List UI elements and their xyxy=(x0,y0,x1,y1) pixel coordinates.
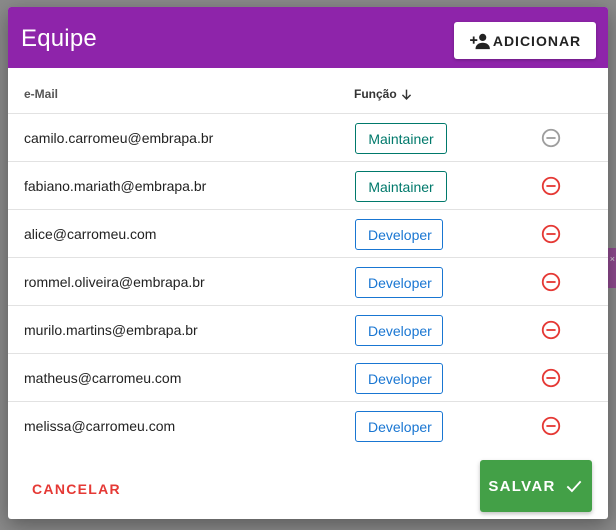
dialog-title: Equipe xyxy=(21,25,97,52)
remove-member-button[interactable] xyxy=(540,271,562,293)
member-email: matheus@carromeu.com xyxy=(24,370,182,386)
add-member-label: ADICIONAR xyxy=(492,32,582,49)
remove-circle-icon xyxy=(541,272,561,292)
check-icon xyxy=(566,480,581,493)
role-button[interactable]: Maintainer xyxy=(355,171,447,202)
remove-circle-icon xyxy=(541,368,561,388)
cancel-button[interactable]: CANCELAR xyxy=(22,477,131,501)
role-button[interactable]: Developer xyxy=(355,411,443,442)
remove-circle-icon xyxy=(541,128,561,148)
dialog-header: Equipe ADICIONAR xyxy=(8,7,608,68)
role-button[interactable]: Maintainer xyxy=(355,123,447,154)
role-button[interactable]: Developer xyxy=(355,267,443,298)
remove-member-button xyxy=(540,127,562,149)
role-button[interactable]: Developer xyxy=(355,315,443,346)
role-button[interactable]: Developer xyxy=(355,219,443,250)
member-email: rommel.oliveira@embrapa.br xyxy=(24,274,205,290)
save-label: SALVAR xyxy=(488,477,556,495)
member-email: fabiano.mariath@embrapa.br xyxy=(24,178,207,194)
member-email: murilo.martins@embrapa.br xyxy=(24,322,198,338)
remove-member-button[interactable] xyxy=(540,319,562,341)
remove-circle-icon xyxy=(541,320,561,340)
add-member-button[interactable]: ADICIONAR xyxy=(454,22,596,59)
member-email: alice@carromeu.com xyxy=(24,226,157,242)
person-add-icon xyxy=(469,33,490,49)
dialog-footer: CANCELAR SALVAR xyxy=(8,453,608,519)
table-header: e-Mail Função xyxy=(8,68,608,114)
close-icon: × xyxy=(609,254,615,264)
column-header-role[interactable]: Função xyxy=(354,87,413,101)
remove-member-button[interactable] xyxy=(540,175,562,197)
team-dialog: Equipe ADICIONAR e-Mail Função camilo.ca… xyxy=(8,7,608,519)
table-row: melissa@carromeu.com Developer xyxy=(8,402,608,450)
table-row: fabiano.mariath@embrapa.br Maintainer xyxy=(8,162,608,210)
member-email: camilo.carromeu@embrapa.br xyxy=(24,130,214,146)
remove-member-button[interactable] xyxy=(540,223,562,245)
arrow-down-icon xyxy=(401,89,411,100)
table-row: alice@carromeu.com Developer xyxy=(8,210,608,258)
table-row: camilo.carromeu@embrapa.br Maintainer xyxy=(8,114,608,162)
remove-member-button[interactable] xyxy=(540,367,562,389)
table-row: matheus@carromeu.com Developer xyxy=(8,354,608,402)
table-row: rommel.oliveira@embrapa.br Developer xyxy=(8,258,608,306)
member-list: camilo.carromeu@embrapa.br Maintainer fabi… xyxy=(8,114,608,450)
column-header-email[interactable]: e-Mail xyxy=(24,87,58,101)
remove-circle-icon xyxy=(541,176,561,196)
member-email: melissa@carromeu.com xyxy=(24,418,176,434)
remove-member-button[interactable] xyxy=(540,415,562,437)
role-button[interactable]: Developer xyxy=(355,363,443,394)
remove-circle-icon xyxy=(541,224,561,244)
remove-circle-icon xyxy=(541,416,561,436)
column-header-role-label: Função xyxy=(354,87,397,101)
table-row: murilo.martins@embrapa.br Developer xyxy=(8,306,608,354)
save-button[interactable]: SALVAR xyxy=(480,460,592,512)
